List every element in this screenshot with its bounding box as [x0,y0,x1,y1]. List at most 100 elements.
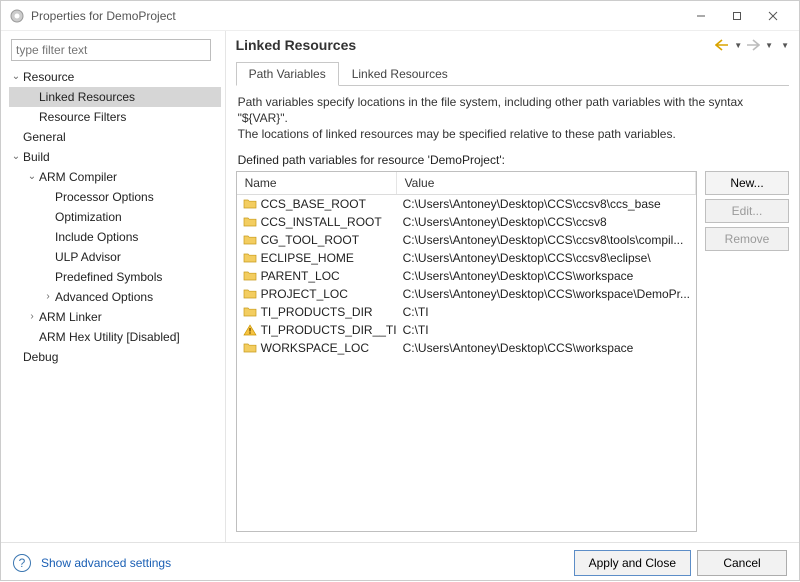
close-button[interactable] [755,1,791,31]
back-menu[interactable]: ▼ [734,41,742,50]
edit-button[interactable]: Edit... [705,199,789,223]
page-menu[interactable]: ▼ [781,41,789,50]
chevron-right-icon[interactable]: › [41,288,55,306]
tree-item-label: Optimization [55,208,122,226]
help-icon[interactable]: ? [13,554,31,572]
forward-button[interactable] [744,37,762,53]
row-name: WORKSPACE_LOC [261,341,369,355]
new-button[interactable]: New... [705,171,789,195]
tree-item[interactable]: ULP Advisor [9,247,221,267]
chevron-right-icon[interactable]: › [25,308,39,326]
tree-item-label: ARM Linker [39,308,102,326]
advanced-link[interactable]: Show advanced settings [41,556,171,570]
table-row[interactable]: CCS_BASE_ROOT C:\Users\Antoney\Desktop\CC… [237,195,696,213]
folder-icon [243,234,257,245]
forward-menu[interactable]: ▼ [765,41,773,50]
folder-icon [243,342,257,353]
folder-icon [243,306,257,317]
back-button[interactable] [713,37,731,53]
tree-item[interactable]: General [9,127,221,147]
titlebar: Properties for DemoProject [1,1,799,31]
page-title: Linked Resources [236,37,714,53]
tree-item[interactable]: Resource Filters [9,107,221,127]
row-name: TI_PRODUCTS_DIR__TIR... [261,323,397,337]
tree-item-label: Resource Filters [39,108,126,126]
tree-item-label: General [23,128,66,146]
folder-icon [243,270,257,281]
row-value: C:\TI [397,323,696,337]
tabs: Path VariablesLinked Resources [236,61,789,86]
apply-close-button[interactable]: Apply and Close [574,550,691,576]
remove-button[interactable]: Remove [705,227,789,251]
folder-icon [243,216,257,227]
tree-item[interactable]: ›Advanced Options [9,287,221,307]
defined-label: Defined path variables for resource 'Dem… [238,153,787,167]
warning-icon [243,324,257,335]
row-value: C:\Users\Antoney\Desktop\CCS\workspace [397,269,696,283]
row-name: CCS_INSTALL_ROOT [261,215,382,229]
page-header: Linked Resources ▼ ▼ ▼ [236,37,789,53]
tree-item-label: Resource [23,68,74,86]
tree-item[interactable]: ›ARM Linker [9,307,221,327]
chevron-down-icon[interactable]: ⌄ [25,168,39,186]
minimize-button[interactable] [683,1,719,31]
description: Path variables specify locations in the … [236,86,789,149]
window-buttons [683,1,791,31]
table-row[interactable]: WORKSPACE_LOC C:\Users\Antoney\Desktop\CC… [237,339,696,357]
tree-item[interactable]: Predefined Symbols [9,267,221,287]
table-row[interactable]: ECLIPSE_HOMEC:\Users\Antoney\Desktop\CCS… [237,249,696,267]
row-name: PROJECT_LOC [261,287,348,301]
tree-item[interactable]: Processor Options [9,187,221,207]
tree-item-label: Build [23,148,50,166]
col-name[interactable]: Name [237,172,397,194]
desc-line1: Path variables specify locations in the … [238,94,787,126]
tree-item-label: Linked Resources [39,88,135,106]
folder-icon [243,198,257,209]
col-value[interactable]: Value [397,172,696,194]
folder-icon [243,252,257,263]
table-row[interactable]: CG_TOOL_ROOT C:\Users\Antoney\Desktop\CCS… [237,231,696,249]
tree-item[interactable]: ⌄Resource [9,67,221,87]
tree-item-label: Advanced Options [55,288,153,306]
filter-input[interactable] [11,39,211,61]
chevron-down-icon[interactable]: ⌄ [9,148,23,166]
side-buttons: New... Edit... Remove [705,171,789,532]
maximize-button[interactable] [719,1,755,31]
tree-item[interactable]: Debug [9,347,221,367]
tab[interactable]: Linked Resources [339,62,461,86]
row-value: C:\Users\Antoney\Desktop\CCS\ccsv8\ccs_b… [397,197,696,211]
nav-arrows: ▼ ▼ ▼ [713,37,789,53]
tree-item[interactable]: Linked Resources [9,87,221,107]
variables-table[interactable]: Name Value CCS_BASE_ROOT C:\Users\Antoney… [236,171,697,532]
row-name: TI_PRODUCTS_DIR [261,305,373,319]
row-name: PARENT_LOC [261,269,340,283]
desc-line2: The locations of linked resources may be… [238,126,787,142]
row-name: CCS_BASE_ROOT [261,197,366,211]
row-value: C:\Users\Antoney\Desktop\CCS\ccsv8\tools… [397,233,696,247]
cancel-button[interactable]: Cancel [697,550,787,576]
tree-item[interactable]: ⌄Build [9,147,221,167]
row-value: C:\TI [397,305,696,319]
table-row[interactable]: CCS_INSTALL_ROOTC:\Users\Antoney\Desktop… [237,213,696,231]
left-panel: ⌄ResourceLinked ResourcesResource Filter… [1,31,226,542]
chevron-down-icon[interactable]: ⌄ [9,68,23,86]
tree-item-label: Processor Options [55,188,154,206]
tab[interactable]: Path Variables [236,62,339,86]
row-value: C:\Users\Antoney\Desktop\CCS\workspace\D… [397,287,696,301]
tree-item[interactable]: Include Options [9,227,221,247]
table-row[interactable]: TI_PRODUCTS_DIR C:\TI [237,303,696,321]
app-icon [9,8,25,24]
folder-icon [243,288,257,299]
tree-item[interactable]: ARM Hex Utility [Disabled] [9,327,221,347]
table-row[interactable]: PARENT_LOC C:\Users\Antoney\Desktop\CCS\w… [237,267,696,285]
table-row[interactable]: TI_PRODUCTS_DIR__TIR...C:\TI [237,321,696,339]
row-value: C:\Users\Antoney\Desktop\CCS\workspace [397,341,696,355]
nav-tree: ⌄ResourceLinked ResourcesResource Filter… [5,67,221,367]
tree-item-label: Include Options [55,228,138,246]
filter-box [11,39,211,61]
tree-item[interactable]: ⌄ARM Compiler [9,167,221,187]
tree-item[interactable]: Optimization [9,207,221,227]
table-row[interactable]: PROJECT_LOC C:\Users\Antoney\Desktop\CCS\… [237,285,696,303]
row-name: CG_TOOL_ROOT [261,233,359,247]
tree-item-label: ULP Advisor [55,248,121,266]
